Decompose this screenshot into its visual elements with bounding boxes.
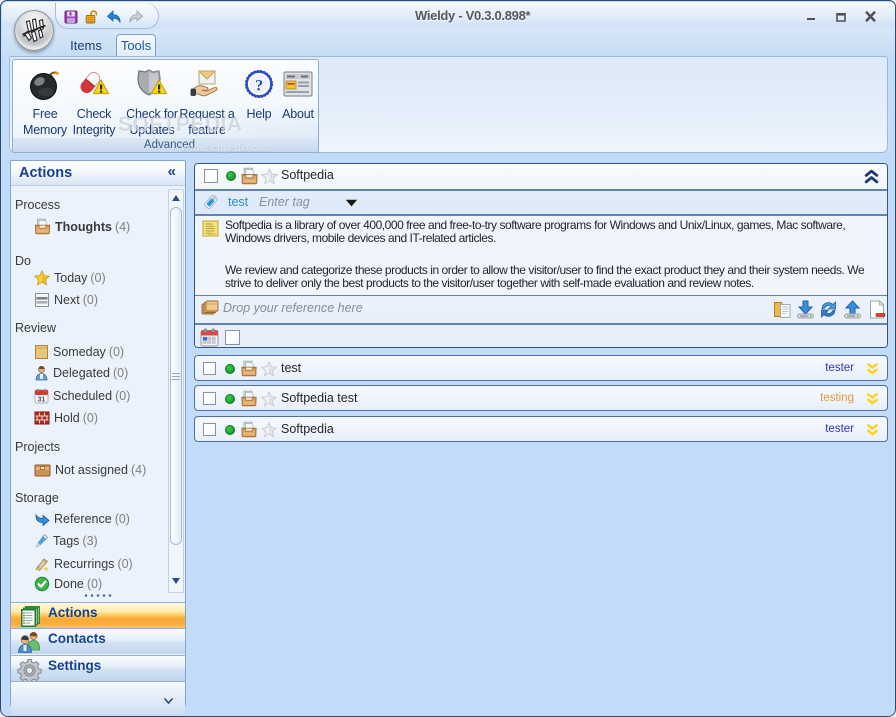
svg-text:?: ? [255, 78, 263, 95]
svg-text:31: 31 [38, 397, 46, 404]
